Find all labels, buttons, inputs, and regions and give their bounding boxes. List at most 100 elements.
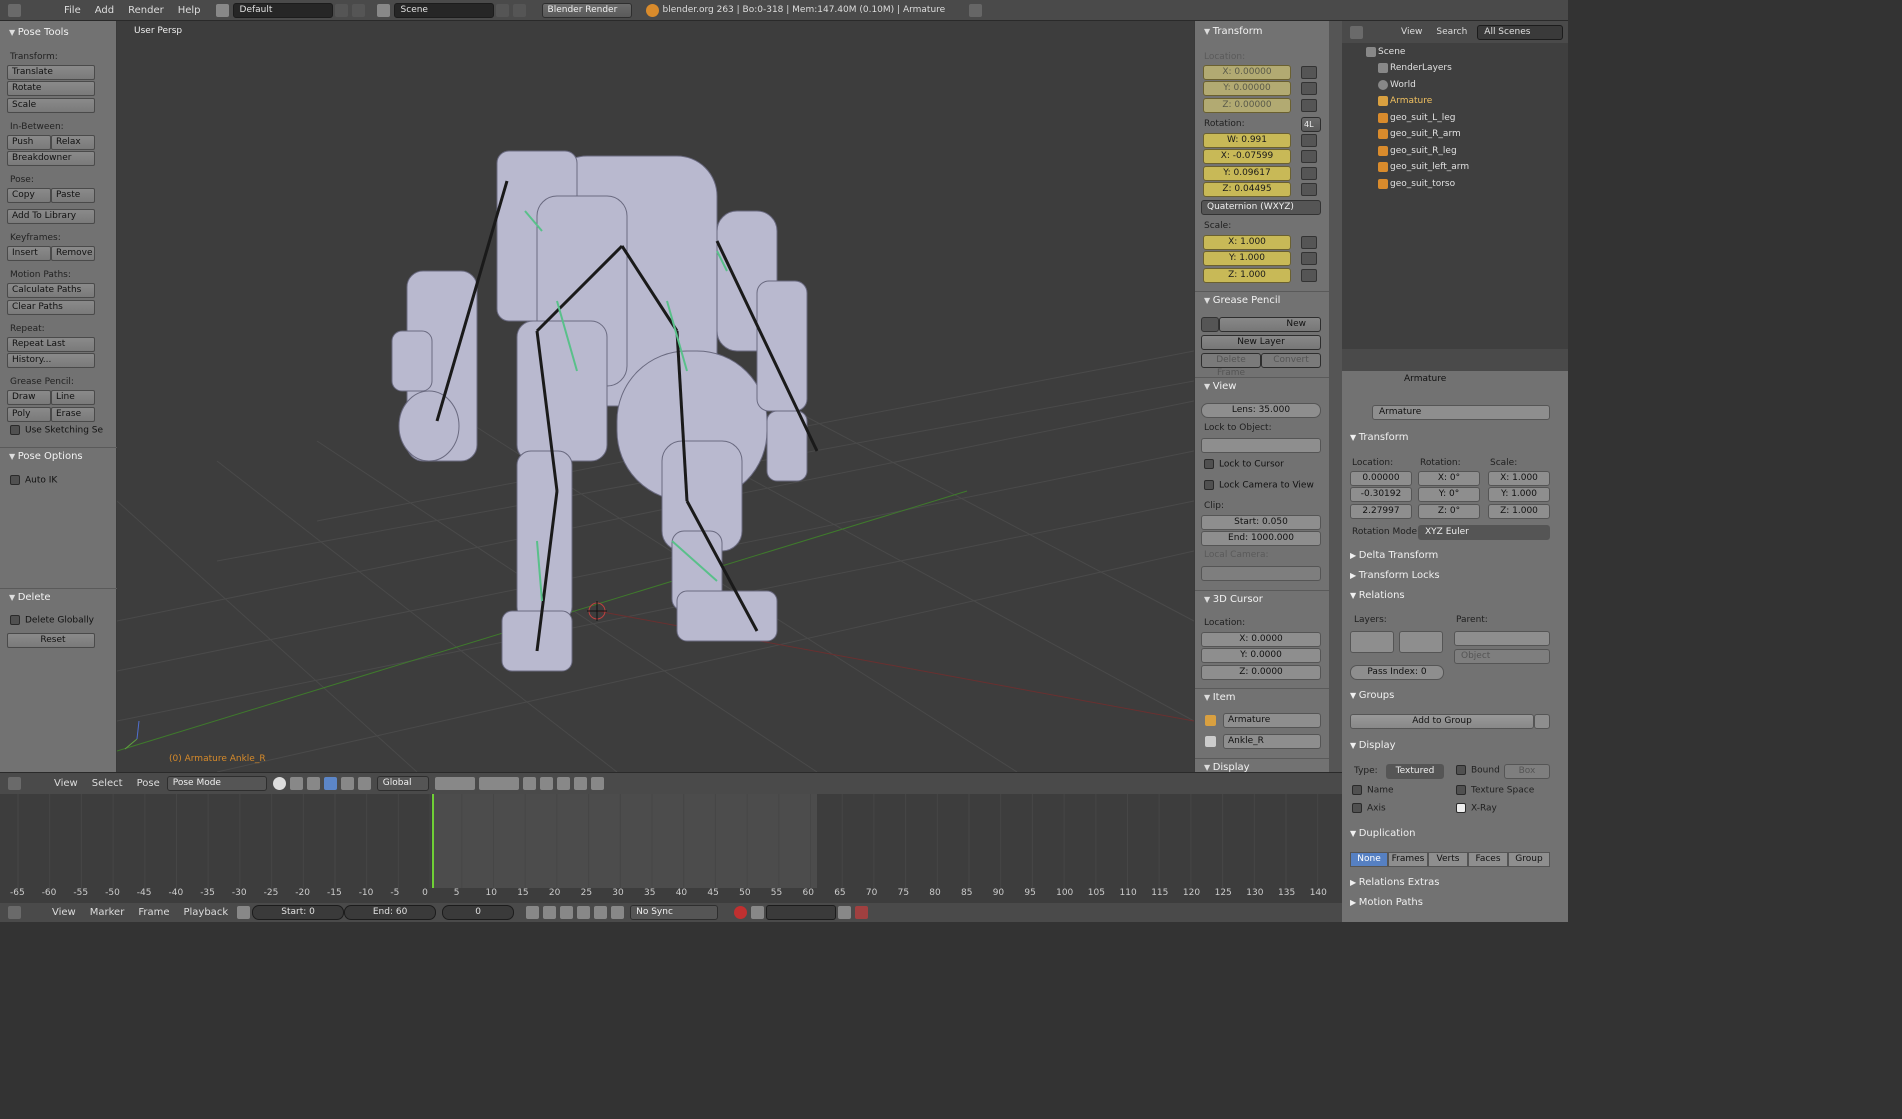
paste-pose-button[interactable]: Paste — [51, 188, 95, 203]
np-scale-y-field[interactable]: Y: 1.000 — [1203, 251, 1291, 266]
outliner-search-menu[interactable]: Search — [1436, 27, 1467, 37]
props-rot-x[interactable]: X: 0° — [1418, 471, 1480, 486]
dup-faces-tab[interactable]: Faces — [1468, 852, 1508, 867]
gp-poly-button[interactable]: Poly — [7, 407, 51, 422]
cursor-y-field[interactable]: Y: 0.0000 — [1201, 648, 1321, 663]
keying-set-field[interactable] — [766, 905, 837, 920]
relations-header[interactable]: Relations — [1350, 590, 1405, 601]
playback-menu[interactable]: Playback — [176, 907, 235, 918]
dup-verts-tab[interactable]: Verts — [1428, 852, 1468, 867]
use-sketching-checkbox[interactable]: Use Sketching Se — [10, 425, 103, 436]
local-camera-field[interactable] — [1201, 566, 1321, 581]
insert-keyframe-icon[interactable] — [838, 906, 852, 919]
record-icon[interactable] — [734, 906, 748, 919]
pencil-icon[interactable] — [1201, 317, 1219, 332]
add-group-icon[interactable] — [1534, 714, 1550, 729]
sync-mode-select[interactable]: No Sync — [630, 905, 719, 920]
groups-header[interactable]: Groups — [1350, 690, 1395, 701]
rotation-4l-toggle[interactable]: 4L — [1301, 117, 1321, 132]
play-reverse-icon[interactable] — [560, 906, 574, 919]
np-loc-y-field[interactable]: Y: 0.00000 — [1203, 81, 1291, 96]
transform-orientation-select[interactable]: Global — [376, 776, 429, 791]
screen-layout-icon[interactable] — [215, 3, 229, 17]
proportional-edit-icon[interactable] — [539, 777, 553, 790]
lock-icon[interactable] — [1301, 183, 1317, 196]
item-bone-name-field[interactable]: Ankle_R — [1223, 734, 1321, 749]
insert-keyframe-button[interactable]: Insert — [7, 246, 51, 261]
prev-keyframe-icon[interactable] — [543, 906, 557, 919]
outliner-editor-icon[interactable] — [1350, 25, 1363, 39]
render-engine-select[interactable]: Blender Render — [541, 2, 632, 18]
clip-end-field[interactable]: End: 1000.000 — [1201, 531, 1321, 546]
lock-object-field[interactable] — [1201, 438, 1321, 453]
outliner-view-menu[interactable]: View — [1401, 27, 1422, 37]
repeat-last-button[interactable]: Repeat Last — [7, 337, 95, 352]
viewport-shading-icon[interactable] — [272, 777, 286, 790]
fullscreen-icon[interactable] — [969, 3, 983, 17]
np-rot-x-field[interactable]: X: -0.07599 — [1203, 149, 1291, 164]
pose-options-header[interactable]: Pose Options — [0, 447, 117, 465]
copy-pose-icon[interactable] — [590, 777, 604, 790]
translate-manipulator-icon[interactable] — [323, 777, 337, 790]
next-keyframe-icon[interactable] — [594, 906, 608, 919]
translate-button[interactable]: Translate — [7, 65, 95, 80]
layers-grid-b[interactable] — [1399, 631, 1443, 653]
remove-keyframe-button[interactable]: Remove — [51, 246, 95, 261]
np-rot-z-field[interactable]: Z: 0.04495 — [1203, 182, 1291, 197]
timeline-editor[interactable]: -65 -60 -55 -50 -45 -40 -35 -30 -25 -20 -15 -10 -5 0 5… — [0, 794, 1342, 903]
duplication-header[interactable]: Duplication — [1350, 828, 1416, 839]
lock-icon[interactable] — [1301, 252, 1317, 265]
jump-start-icon[interactable] — [526, 906, 540, 919]
object-name-field[interactable]: Armature — [1372, 405, 1550, 420]
gp-delete-frame-button[interactable]: Delete Frame — [1201, 353, 1261, 378]
3d-viewport[interactable]: User Persp (0) Armature Ankle_R — [117, 21, 1194, 772]
jump-end-icon[interactable] — [611, 906, 625, 919]
pivot-point-icon[interactable] — [289, 777, 303, 790]
interaction-mode-select[interactable]: Pose Mode — [166, 776, 267, 791]
gp-convert-button[interactable]: Convert — [1261, 353, 1321, 368]
gp-new-button[interactable]: New — [1219, 317, 1321, 332]
dup-none-tab[interactable]: None — [1350, 852, 1388, 867]
outliner-row-object[interactable]: geo_suit_left_arm — [1342, 159, 1568, 175]
motion-paths-header[interactable]: Motion Paths — [1350, 897, 1423, 908]
clip-start-field[interactable]: Start: 0.050 — [1201, 515, 1321, 530]
axis-checkbox[interactable]: Axis — [1352, 803, 1386, 814]
bound-checkbox[interactable]: Bound — [1456, 765, 1500, 776]
np-rot-w-field[interactable]: W: 0.991 — [1203, 133, 1291, 148]
parent-type-select[interactable]: Object — [1454, 649, 1550, 664]
props-rot-z[interactable]: Z: 0° — [1418, 504, 1480, 519]
outliner-row-scene[interactable]: Scene — [1342, 44, 1568, 60]
outliner-row-object[interactable]: geo_suit_torso — [1342, 176, 1568, 192]
manipulator-icon[interactable] — [306, 777, 320, 790]
layers-grid-a[interactable] — [1350, 631, 1394, 653]
marker-menu[interactable]: Marker — [83, 907, 132, 918]
snap-icon[interactable] — [556, 777, 570, 790]
lock-icon[interactable] — [1301, 167, 1317, 180]
menu-file[interactable]: File — [57, 5, 88, 16]
gp-new-layer-button[interactable]: New Layer — [1201, 335, 1321, 350]
select-menu[interactable]: Select — [85, 778, 130, 789]
frame-menu[interactable]: Frame — [131, 907, 176, 918]
item-object-name-field[interactable]: Armature — [1223, 713, 1321, 728]
lock-icon[interactable] — [1301, 66, 1317, 79]
add-to-library-button[interactable]: Add To Library — [7, 209, 95, 224]
np-rot-y-field[interactable]: Y: 0.09617 — [1203, 166, 1291, 181]
n-panel-scrollbar[interactable] — [1329, 21, 1342, 772]
rotate-manipulator-icon[interactable] — [340, 777, 354, 790]
np-item-header[interactable]: Item — [1195, 688, 1330, 706]
np-grease-pencil-header[interactable]: Grease Pencil — [1195, 291, 1330, 309]
info-editor-icon[interactable] — [8, 3, 21, 17]
scale-manipulator-icon[interactable] — [357, 777, 371, 790]
pose-menu[interactable]: Pose — [130, 778, 167, 789]
props-loc-y[interactable]: -0.30192 — [1350, 487, 1412, 502]
delete-keyframe-icon[interactable] — [855, 906, 869, 919]
outliner-row-object[interactable]: geo_suit_L_leg — [1342, 110, 1568, 126]
lock-icon[interactable] — [1301, 99, 1317, 112]
rotation-mode-select[interactable]: Quaternion (WXYZ) — [1201, 200, 1321, 215]
scene-selector[interactable]: Scene — [393, 2, 494, 18]
calculate-paths-button[interactable]: Calculate Paths — [7, 283, 95, 298]
delete-operator-header[interactable]: Delete — [0, 588, 117, 606]
props-rotation-mode-select[interactable]: XYZ Euler — [1418, 525, 1550, 540]
gp-erase-button[interactable]: Erase — [51, 407, 95, 422]
delta-transform-header[interactable]: Delta Transform — [1350, 550, 1439, 561]
